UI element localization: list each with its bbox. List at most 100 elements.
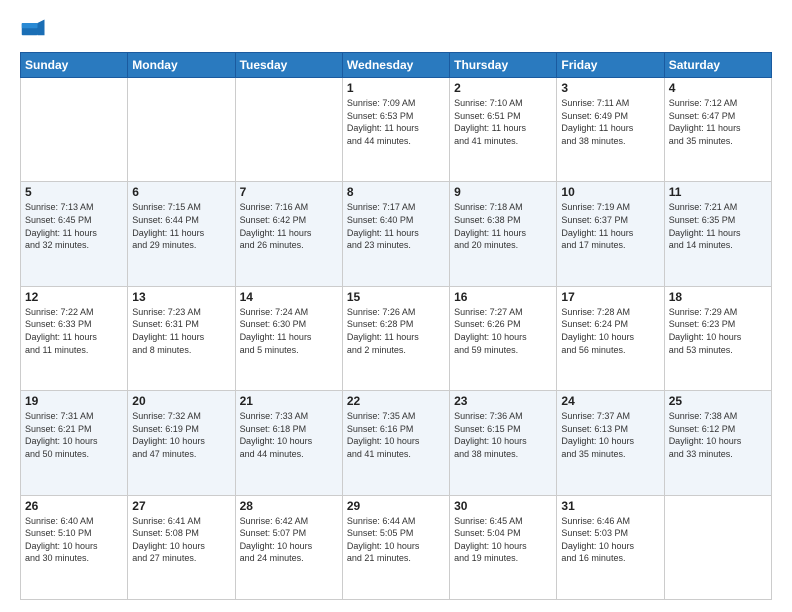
day-number: 1 (347, 81, 445, 95)
logo-icon (20, 16, 48, 44)
day-number: 26 (25, 499, 123, 513)
day-info: Sunrise: 6:41 AM Sunset: 5:08 PM Dayligh… (132, 515, 230, 565)
day-info: Sunrise: 7:12 AM Sunset: 6:47 PM Dayligh… (669, 97, 767, 147)
day-number: 22 (347, 394, 445, 408)
day-number: 14 (240, 290, 338, 304)
day-cell: 7Sunrise: 7:16 AM Sunset: 6:42 PM Daylig… (235, 182, 342, 286)
day-info: Sunrise: 6:45 AM Sunset: 5:04 PM Dayligh… (454, 515, 552, 565)
day-info: Sunrise: 6:40 AM Sunset: 5:10 PM Dayligh… (25, 515, 123, 565)
day-number: 18 (669, 290, 767, 304)
day-cell: 13 Sunrise: 7:23 AM Sunset: 6:31 PM Dayli… (128, 286, 235, 390)
day-info: Sunrise: 7:18 AM Sunset: 6:38 PM Dayligh… (454, 201, 552, 251)
day-info: Sunrise: 7:32 AM Sunset: 6:19 PM Dayligh… (132, 410, 230, 460)
day-cell: 17Sunrise: 7:28 AM Sunset: 6:24 PM Dayli… (557, 286, 664, 390)
day-cell: 21 Sunrise: 7:33 AM Sunset: 6:18 PM Dayli… (235, 391, 342, 495)
day-cell (235, 78, 342, 182)
day-cell (128, 78, 235, 182)
day-cell: 9 Sunrise: 7:18 AM Sunset: 6:38 PM Daylig… (450, 182, 557, 286)
day-info: Sunrise: 7:23 AM Sunset: 6:31 PM Dayligh… (132, 306, 230, 356)
day-cell: 2Sunrise: 7:10 AM Sunset: 6:51 PM Daylig… (450, 78, 557, 182)
day-info: Sunrise: 7:31 AM Sunset: 6:21 PM Dayligh… (25, 410, 123, 460)
day-info: Sunrise: 7:35 AM Sunset: 6:16 PM Dayligh… (347, 410, 445, 460)
day-info: Sunrise: 7:33 AM Sunset: 6:18 PM Dayligh… (240, 410, 338, 460)
day-cell: 11 Sunrise: 7:21 AM Sunset: 6:35 PM Dayli… (664, 182, 771, 286)
day-number: 9 (454, 185, 552, 199)
weekday-header-monday: Monday (128, 53, 235, 78)
day-cell: 18 Sunrise: 7:29 AM Sunset: 6:23 PM Dayli… (664, 286, 771, 390)
day-number: 23 (454, 394, 552, 408)
day-info: Sunrise: 7:13 AM Sunset: 6:45 PM Dayligh… (25, 201, 123, 251)
weekday-header-row: SundayMondayTuesdayWednesdayThursdayFrid… (21, 53, 772, 78)
day-info: Sunrise: 7:11 AM Sunset: 6:49 PM Dayligh… (561, 97, 659, 147)
day-number: 8 (347, 185, 445, 199)
day-cell: 27 Sunrise: 6:41 AM Sunset: 5:08 PM Dayli… (128, 495, 235, 599)
day-number: 24 (561, 394, 659, 408)
day-number: 31 (561, 499, 659, 513)
logo (20, 16, 52, 44)
day-cell: 6 Sunrise: 7:15 AM Sunset: 6:44 PM Daylig… (128, 182, 235, 286)
day-cell: 25Sunrise: 7:38 AM Sunset: 6:12 PM Dayli… (664, 391, 771, 495)
day-number: 13 (132, 290, 230, 304)
day-info: Sunrise: 6:46 AM Sunset: 5:03 PM Dayligh… (561, 515, 659, 565)
day-number: 3 (561, 81, 659, 95)
day-cell: 15Sunrise: 7:26 AM Sunset: 6:28 PM Dayli… (342, 286, 449, 390)
day-info: Sunrise: 7:24 AM Sunset: 6:30 PM Dayligh… (240, 306, 338, 356)
day-info: Sunrise: 7:09 AM Sunset: 6:53 PM Dayligh… (347, 97, 445, 147)
day-cell: 19 Sunrise: 7:31 AM Sunset: 6:21 PM Dayli… (21, 391, 128, 495)
day-number: 6 (132, 185, 230, 199)
day-info: Sunrise: 6:44 AM Sunset: 5:05 PM Dayligh… (347, 515, 445, 565)
day-number: 10 (561, 185, 659, 199)
day-cell (664, 495, 771, 599)
day-cell: 3 Sunrise: 7:11 AM Sunset: 6:49 PM Daylig… (557, 78, 664, 182)
day-info: Sunrise: 7:19 AM Sunset: 6:37 PM Dayligh… (561, 201, 659, 251)
day-number: 11 (669, 185, 767, 199)
calendar-table: SundayMondayTuesdayWednesdayThursdayFrid… (20, 52, 772, 600)
week-row-3: 12Sunrise: 7:22 AM Sunset: 6:33 PM Dayli… (21, 286, 772, 390)
day-number: 27 (132, 499, 230, 513)
day-number: 2 (454, 81, 552, 95)
weekday-header-wednesday: Wednesday (342, 53, 449, 78)
day-cell: 5 Sunrise: 7:13 AM Sunset: 6:45 PM Daylig… (21, 182, 128, 286)
day-cell: 30 Sunrise: 6:45 AM Sunset: 5:04 PM Dayli… (450, 495, 557, 599)
day-info: Sunrise: 7:29 AM Sunset: 6:23 PM Dayligh… (669, 306, 767, 356)
day-cell (21, 78, 128, 182)
day-cell: 26 Sunrise: 6:40 AM Sunset: 5:10 PM Dayli… (21, 495, 128, 599)
header (20, 16, 772, 44)
day-cell: 31 Sunrise: 6:46 AM Sunset: 5:03 PM Dayli… (557, 495, 664, 599)
day-number: 29 (347, 499, 445, 513)
day-cell: 20 Sunrise: 7:32 AM Sunset: 6:19 PM Dayli… (128, 391, 235, 495)
day-cell: 28 Sunrise: 6:42 AM Sunset: 5:07 PM Dayli… (235, 495, 342, 599)
day-number: 12 (25, 290, 123, 304)
day-info: Sunrise: 7:27 AM Sunset: 6:26 PM Dayligh… (454, 306, 552, 356)
day-info: Sunrise: 6:42 AM Sunset: 5:07 PM Dayligh… (240, 515, 338, 565)
day-number: 15 (347, 290, 445, 304)
day-cell: 12Sunrise: 7:22 AM Sunset: 6:33 PM Dayli… (21, 286, 128, 390)
day-cell: 8 Sunrise: 7:17 AM Sunset: 6:40 PM Daylig… (342, 182, 449, 286)
day-number: 16 (454, 290, 552, 304)
day-number: 19 (25, 394, 123, 408)
day-info: Sunrise: 7:28 AM Sunset: 6:24 PM Dayligh… (561, 306, 659, 356)
day-number: 25 (669, 394, 767, 408)
day-cell: 29 Sunrise: 6:44 AM Sunset: 5:05 PM Dayli… (342, 495, 449, 599)
page: SundayMondayTuesdayWednesdayThursdayFrid… (0, 0, 792, 612)
day-number: 5 (25, 185, 123, 199)
day-info: Sunrise: 7:21 AM Sunset: 6:35 PM Dayligh… (669, 201, 767, 251)
day-number: 20 (132, 394, 230, 408)
day-cell: 10 Sunrise: 7:19 AM Sunset: 6:37 PM Dayli… (557, 182, 664, 286)
week-row-1: 1 Sunrise: 7:09 AM Sunset: 6:53 PM Daylig… (21, 78, 772, 182)
day-cell: 14 Sunrise: 7:24 AM Sunset: 6:30 PM Dayli… (235, 286, 342, 390)
day-cell: 1 Sunrise: 7:09 AM Sunset: 6:53 PM Daylig… (342, 78, 449, 182)
day-info: Sunrise: 7:17 AM Sunset: 6:40 PM Dayligh… (347, 201, 445, 251)
day-cell: 24Sunrise: 7:37 AM Sunset: 6:13 PM Dayli… (557, 391, 664, 495)
day-number: 21 (240, 394, 338, 408)
day-number: 30 (454, 499, 552, 513)
day-info: Sunrise: 7:15 AM Sunset: 6:44 PM Dayligh… (132, 201, 230, 251)
day-number: 28 (240, 499, 338, 513)
day-number: 4 (669, 81, 767, 95)
weekday-header-sunday: Sunday (21, 53, 128, 78)
week-row-5: 26 Sunrise: 6:40 AM Sunset: 5:10 PM Dayli… (21, 495, 772, 599)
day-info: Sunrise: 7:16 AM Sunset: 6:42 PM Dayligh… (240, 201, 338, 251)
weekday-header-friday: Friday (557, 53, 664, 78)
day-cell: 16 Sunrise: 7:27 AM Sunset: 6:26 PM Dayli… (450, 286, 557, 390)
week-row-2: 5 Sunrise: 7:13 AM Sunset: 6:45 PM Daylig… (21, 182, 772, 286)
